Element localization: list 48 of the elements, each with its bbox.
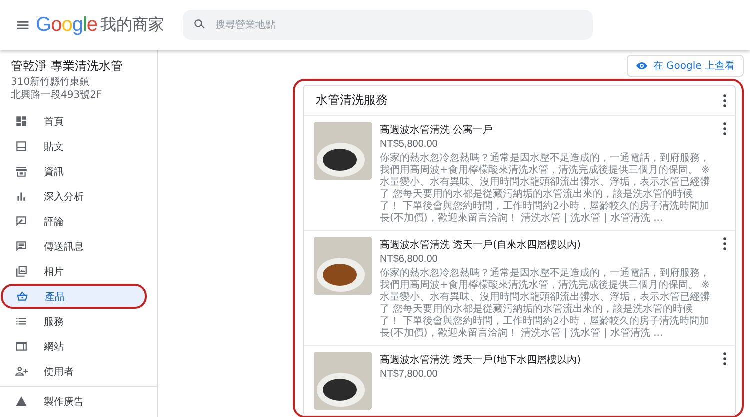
category-title: 水管清洗服務: [316, 92, 388, 109]
sidebar-item[interactable]: 製作廣告: [0, 389, 147, 414]
website-icon: [15, 340, 28, 353]
menu-button[interactable]: ≡: [12, 14, 34, 36]
sidebar-item[interactable]: 首頁: [0, 109, 147, 134]
sidebar-item[interactable]: 服務: [0, 309, 147, 334]
eye-icon: [636, 60, 648, 72]
product-name: 高週波水管清洗 公寓一戶: [380, 124, 494, 137]
product-price: NT$6,800.00: [380, 254, 439, 265]
sidebar-item[interactable]: 深入分析: [0, 184, 147, 209]
bar-chart-icon: [15, 190, 28, 203]
post-icon: [15, 140, 28, 153]
business-name: 管乾淨 專業清洗水管: [11, 58, 124, 75]
more-options-icon[interactable]: [721, 352, 729, 366]
dashboard-icon: [15, 115, 28, 128]
business-address: 310新竹縣竹東鎮: [11, 77, 92, 88]
message-icon: [15, 240, 28, 253]
product-description: 你家的熱水忽冷忽熱嗎？通常是因水壓不足造成的，一通電話，到府服務，我們用高周波+食用檸檬酸來清洗水管，清洗完成後提供三個月的保固。 ※水量變小、水有異味、沒用時間水龍頭卻流出髒水、浮垢，表示水管已經髒了 您每天要用的水都是從藏污納垢的水管流出來的，該是洗水管的時候了！ 下單後會與您約時間，工作時間約2小時，屋齡較久的房子清洗時間加長(不加價)，歡迎來留言洽詢！ 清洗水管 | 洗水管 | 水管清洗 ...: [380, 268, 711, 340]
product-price: NT$7,800.00: [380, 369, 439, 380]
storefront-icon: [15, 165, 28, 178]
photo-placeholder: [314, 352, 372, 410]
view-on-google-button[interactable]: 在 Google 上查看: [627, 55, 744, 77]
product-name: 我的商家: [100, 14, 165, 36]
sidebar-item[interactable]: 評論: [0, 209, 147, 234]
product-name: 高週波水管清洗 透天一戶(地下水四層樓以內): [380, 354, 582, 367]
product-name: 高週波水管清洗 透天一戶(自來水四層樓以內): [380, 238, 582, 252]
basket-icon: [16, 290, 29, 303]
sidebar-item[interactable]: 資訊: [0, 159, 147, 184]
photo-placeholder: [314, 122, 372, 180]
triangle-logo-icon: [15, 395, 28, 408]
sidebar-item[interactable]: 貼文: [0, 134, 147, 159]
review-icon: [15, 215, 28, 228]
sidebar-item[interactable]: 相片: [0, 259, 147, 284]
sidebar-item[interactable]: 產品: [1, 284, 147, 309]
photos-icon: [15, 265, 28, 278]
sidebar-item[interactable]: 網站: [0, 334, 147, 359]
sidebar-item[interactable]: 使用者: [0, 359, 147, 384]
more-options-icon[interactable]: [721, 94, 729, 108]
add-person-icon: [15, 365, 28, 378]
product-description: 你家的熱水忽冷忽熱嗎？通常是因水壓不足造成的，一通電話，到府服務，我們用高周波+食用檸檬酸來清洗水管，清洗完成後提供三個月的保固。 ※水量變小、水有異味、沒用時間水龍頭卻流出髒水、浮垢，表示水管已經髒了 您每天要用的水都是從藏污納垢的水管流出來的，該是洗水管的時候了！ 下單後會與您約時間，工作時間約2小時，屋齡較久的房子清洗時間加長(不加價)，歡迎來留言洽詢！ 清洗水管 | 洗水管 | 水管清洗 ...: [380, 153, 711, 225]
business-address: 北興路一段493號2F: [11, 90, 104, 101]
search-field[interactable]: 搜尋營業地點: [182, 10, 593, 40]
sidebar-item[interactable]: 傳送訊息: [0, 234, 147, 259]
google-logo: Google: [36, 14, 98, 36]
more-options-icon[interactable]: [721, 122, 729, 136]
more-options-icon[interactable]: [721, 237, 729, 251]
photo-placeholder: [314, 237, 372, 295]
product-price: NT$5,800.00: [380, 139, 439, 150]
